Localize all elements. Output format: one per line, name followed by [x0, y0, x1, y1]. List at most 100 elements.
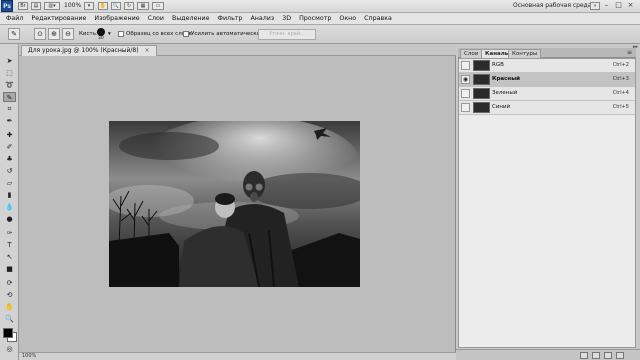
channel-row-blue[interactable]: Синий Ctrl+5: [459, 101, 635, 115]
load-channel-selection-icon[interactable]: [580, 352, 588, 359]
photo-artwork: [109, 121, 360, 287]
brush-tool-icon[interactable]: ✐: [3, 142, 16, 152]
type-tool-icon[interactable]: T: [3, 240, 16, 250]
options-bar: ✎ ⊙ ⊕ ⊖ Кисть: 30 ▾ Образец со всех слое…: [0, 25, 640, 44]
menu-select[interactable]: Выделение: [172, 15, 210, 22]
menu-file[interactable]: Файл: [6, 15, 23, 22]
menu-analysis[interactable]: Анализ: [250, 15, 274, 22]
channel-row-red[interactable]: ◉ Красный Ctrl+3: [459, 73, 635, 87]
lasso-tool-icon[interactable]: ➰: [3, 80, 16, 90]
menu-image[interactable]: Изображение: [94, 15, 139, 22]
channel-name: Синий: [492, 104, 511, 110]
status-zoom[interactable]: 100%: [22, 353, 36, 359]
3d-orbit-tool-icon[interactable]: ⟲: [3, 290, 16, 300]
menu-view[interactable]: Просмотр: [299, 15, 331, 22]
canvas-image[interactable]: [109, 121, 360, 287]
photoshop-logo: Ps: [1, 0, 13, 12]
eyedropper-tool-icon[interactable]: ✒: [3, 116, 16, 126]
brush-size: 30: [98, 36, 104, 41]
blur-tool-icon[interactable]: 💧: [3, 202, 16, 212]
visibility-toggle-icon[interactable]: [461, 61, 470, 70]
gradient-tool-icon[interactable]: ▮: [3, 190, 16, 200]
tools-panel: ➤ ⬚ ➰ ✎ ⌗ ✒ ✚ ✐ ♣ ↺ ▱ ▮ 💧 ● ✑ T ↖ ■ ⟳ ⟲ …: [0, 44, 19, 360]
bridge-icon[interactable]: Br: [18, 2, 28, 10]
menu-edit[interactable]: Редактирование: [31, 15, 86, 22]
brush-preview-icon[interactable]: [97, 28, 105, 36]
zoom-dropdown-icon[interactable]: ▾: [84, 2, 94, 10]
visibility-eye-icon[interactable]: ◉: [461, 75, 470, 84]
arrange-documents-icon[interactable]: ▦: [137, 2, 149, 10]
new-channel-icon[interactable]: [604, 352, 612, 359]
zoom-level[interactable]: 100%: [64, 2, 81, 10]
channel-thumbnail: [473, 74, 490, 85]
shape-tool-icon[interactable]: ■: [3, 264, 16, 274]
workspace-dropdown-icon[interactable]: »: [590, 2, 600, 10]
channel-shortcut: Ctrl+3: [612, 76, 629, 82]
view-extras-icon[interactable]: ▥▾: [44, 2, 60, 10]
minimize-button[interactable]: –: [602, 1, 611, 10]
sample-all-layers-label: Образец со всех слоев: [126, 31, 192, 37]
channel-name: Зеленый: [492, 90, 518, 96]
document-tab[interactable]: Для урока.jpg @ 100% (Красный/8) ×: [21, 45, 157, 56]
save-selection-channel-icon[interactable]: [592, 352, 600, 359]
clone-stamp-tool-icon[interactable]: ♣: [3, 154, 16, 164]
panel-menu-icon[interactable]: ≡: [627, 49, 632, 56]
channel-row-rgb[interactable]: RGB Ctrl+2: [459, 59, 635, 73]
tab-layers[interactable]: Слои: [460, 49, 483, 58]
3d-rotate-tool-icon[interactable]: ⟳: [3, 278, 16, 288]
refine-edge-button[interactable]: Уточн. край...: [258, 29, 316, 40]
menu-window[interactable]: Окно: [339, 15, 356, 22]
auto-enhance-label: Усилить автоматически: [191, 31, 261, 37]
visibility-toggle-icon[interactable]: [461, 103, 470, 112]
crop-tool-icon[interactable]: ⌗: [3, 104, 16, 114]
menu-help[interactable]: Справка: [364, 15, 392, 22]
document-title: Для урока.jpg @ 100% (Красный/8): [28, 47, 139, 54]
channels-panel-footer: [456, 349, 640, 360]
history-brush-tool-icon[interactable]: ↺: [3, 166, 16, 176]
channel-row-green[interactable]: Зеленый Ctrl+4: [459, 87, 635, 101]
marquee-tool-icon[interactable]: ⬚: [3, 68, 16, 78]
quick-selection-tool-preset-icon[interactable]: ✎: [8, 28, 20, 40]
sample-all-layers-checkbox[interactable]: [118, 31, 124, 37]
zoom-tool-icon[interactable]: 🔍: [3, 314, 16, 324]
foreground-color-swatch[interactable]: [3, 328, 13, 338]
auto-enhance-checkbox[interactable]: [183, 31, 189, 37]
workspace-switcher[interactable]: Основная рабочая среда: [513, 2, 592, 10]
move-tool-icon[interactable]: ➤: [3, 56, 16, 66]
channel-shortcut: Ctrl+4: [612, 90, 629, 96]
channels-panel-dock: ▸▸ Слои Каналы Контуры ≡ RGB Ctrl+2 ◉ Кр…: [456, 44, 640, 360]
hand-tool-icon[interactable]: ✋: [3, 302, 16, 312]
new-selection-icon[interactable]: ⊙: [34, 28, 46, 40]
quick-selection-tool-icon[interactable]: ✎: [3, 92, 16, 102]
menu-layers[interactable]: Слои: [148, 15, 164, 22]
eraser-tool-icon[interactable]: ▱: [3, 178, 16, 188]
close-document-icon[interactable]: ×: [144, 47, 149, 54]
zoom-icon[interactable]: 🔍: [111, 2, 121, 10]
channel-name: RGB: [492, 62, 504, 68]
close-button[interactable]: ×: [626, 1, 635, 10]
application-bar: Ps Br ▤ ▥▾ 100% ▾ ✋ 🔍 ↻ ▦ ▭ Основная раб…: [0, 0, 640, 13]
tab-paths[interactable]: Контуры: [508, 49, 542, 58]
path-selection-tool-icon[interactable]: ↖: [3, 252, 16, 262]
menu-3d[interactable]: 3D: [282, 15, 291, 22]
brush-dropdown-icon[interactable]: ▾: [108, 31, 111, 37]
healing-brush-tool-icon[interactable]: ✚: [3, 130, 16, 140]
pen-tool-icon[interactable]: ✑: [3, 228, 16, 238]
visibility-toggle-icon[interactable]: [461, 89, 470, 98]
add-to-selection-icon[interactable]: ⊕: [48, 28, 60, 40]
screen-mode-icon[interactable]: ▭: [152, 2, 164, 10]
mini-bridge-icon[interactable]: ▤: [31, 2, 41, 10]
subtract-from-selection-icon[interactable]: ⊖: [62, 28, 74, 40]
hand-icon[interactable]: ✋: [98, 2, 108, 10]
delete-channel-icon[interactable]: [616, 352, 624, 359]
status-bar: 100%: [19, 352, 456, 360]
maximize-button[interactable]: □: [614, 1, 623, 10]
menu-filter[interactable]: Фильтр: [218, 15, 243, 22]
channel-shortcut: Ctrl+5: [612, 104, 629, 110]
channels-list: RGB Ctrl+2 ◉ Красный Ctrl+3 Зеленый Ctrl…: [458, 58, 636, 348]
brush-label: Кисть:: [79, 31, 98, 37]
rotate-view-icon[interactable]: ↻: [124, 2, 134, 10]
dodge-tool-icon[interactable]: ●: [3, 214, 16, 224]
channel-thumbnail: [473, 88, 490, 99]
quick-mask-icon[interactable]: ◎: [3, 344, 16, 354]
